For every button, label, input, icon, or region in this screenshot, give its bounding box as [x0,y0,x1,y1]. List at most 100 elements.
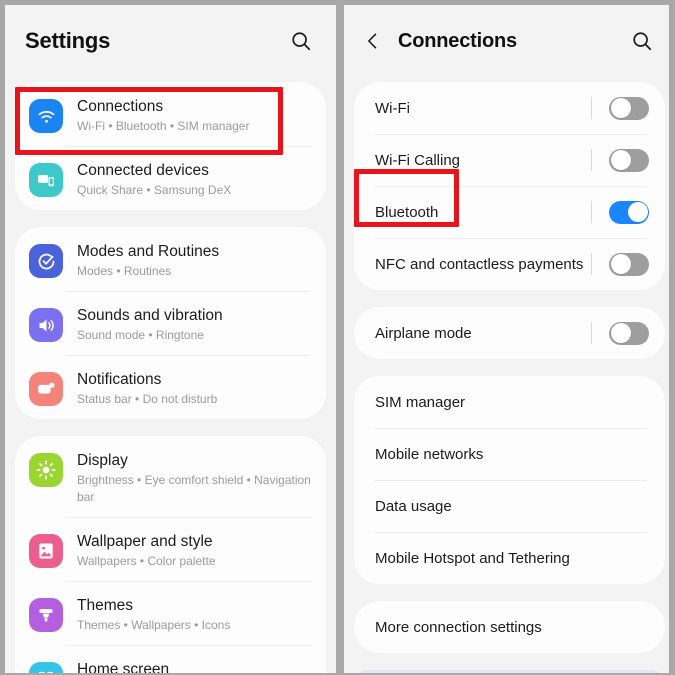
connections-card: Airplane mode [354,307,665,359]
settings-row-subtitle: Sound mode • Ringtone [77,328,204,342]
connections-header: Connections [344,0,675,82]
settings-row-connections[interactable]: Connections Wi-Fi • Bluetooth • SIM manag… [15,82,326,146]
connections-card-list: Wi-Fi Wi-Fi Calling Bluetooth NFC and conta… [344,82,675,675]
settings-row-notifications[interactable]: Notifications Status bar • Do not disturb [15,355,326,419]
toggle-switch[interactable] [609,96,649,120]
connections-row-wi-fi-calling[interactable]: Wi-Fi Calling [354,134,665,186]
settings-row-themes[interactable]: Themes Themes • Wallpapers • Icons [15,581,326,645]
connections-card: SIM manager Mobile networks Data usage Mobi… [354,376,665,584]
connections-card: Wi-Fi Wi-Fi Calling Bluetooth NFC and conta… [354,82,665,290]
connections-row-label: Wi-Fi Calling [375,151,461,169]
image-icon [29,534,63,568]
connections-row-label: Data usage [375,497,452,515]
modes-check-icon [29,244,63,278]
page-title: Settings [25,28,111,53]
settings-row-subtitle: Quick Share • Samsung DeX [77,183,232,197]
settings-card-list: Connections Wi-Fi • Bluetooth • SIM manag… [5,82,336,675]
toggle-group [591,148,649,172]
settings-row-subtitle: Wallpapers • Color palette [77,554,216,568]
connections-row-bluetooth[interactable]: Bluetooth [354,186,665,238]
toggle-knob [610,98,631,118]
settings-row-modes-and-routines[interactable]: Modes and Routines Modes • Routines [15,227,326,291]
connections-row-label: Mobile networks [375,445,484,463]
settings-row-text: Connected devices Quick Share • Samsung D… [77,157,231,199]
toggle-knob [610,254,631,274]
toggle-group [591,252,649,276]
settings-row-sounds-and-vibration[interactable]: Sounds and vibration Sound mode • Rington… [15,291,326,355]
devices-icon [29,163,63,197]
connections-row-sim-manager[interactable]: SIM manager [354,376,665,428]
settings-row-subtitle: Wi-Fi • Bluetooth • SIM manager [77,119,250,133]
toggle-divider [591,253,592,275]
settings-row-title: Wallpaper and style [77,533,213,550]
brightness-icon [29,453,63,487]
connections-row-wi-fi[interactable]: Wi-Fi [354,82,665,134]
settings-row-home-screen[interactable]: Home screen [15,645,326,675]
settings-row-text: Connections Wi-Fi • Bluetooth • SIM manag… [77,93,249,135]
toggle-group [591,96,649,120]
settings-header: Settings [5,0,336,82]
connections-row-label: Mobile Hotspot and Tethering [375,549,570,567]
connections-screen: Connections Wi-Fi Wi-Fi Calling Bluetooth N… [344,0,675,675]
settings-row-text: Display Brightness • Eye comfort shield •… [77,447,312,506]
settings-row-title: Modes and Routines [77,243,220,260]
settings-row-title: Home screen [77,661,170,675]
toggle-switch[interactable] [609,321,649,345]
toggle-divider [591,149,592,171]
settings-row-subtitle: Status bar • Do not disturb [77,392,218,406]
home-screen-icon [29,662,63,675]
connections-row-nfc-and-contactless-payments[interactable]: NFC and contactless payments [354,238,665,290]
search-icon[interactable] [286,26,316,56]
toggle-divider [591,97,592,119]
settings-row-connected-devices[interactable]: Connected devices Quick Share • Samsung D… [15,146,326,210]
connections-row-airplane-mode[interactable]: Airplane mode [354,307,665,359]
wifi-icon [29,99,63,133]
settings-row-wallpaper-and-style[interactable]: Wallpaper and style Wallpapers • Color pa… [15,517,326,581]
settings-row-subtitle: Brightness • Eye comfort shield • Naviga… [77,473,311,504]
connections-row-label: NFC and contactless payments [375,255,584,273]
settings-card: Display Brightness • Eye comfort shield •… [15,436,326,675]
settings-row-subtitle: Modes • Routines [77,264,172,278]
settings-card: Connections Wi-Fi • Bluetooth • SIM manag… [15,82,326,210]
chevron-left-icon[interactable] [358,26,388,56]
settings-row-title: Connected devices [77,162,209,179]
settings-row-title: Sounds and vibration [77,307,223,324]
settings-card: Modes and Routines Modes • Routines Sounds… [15,227,326,419]
connections-row-mobile-hotspot-and-tethering[interactable]: Mobile Hotspot and Tethering [354,532,665,584]
connections-row-label: Bluetooth [375,203,439,221]
toggle-group [591,200,649,224]
settings-row-text: Modes and Routines Modes • Routines [77,238,219,280]
settings-row-display[interactable]: Display Brightness • Eye comfort shield •… [15,436,326,517]
connections-title: Connections [398,29,517,52]
connections-row-label: More connection settings [375,618,542,636]
settings-row-text: Home screen [77,656,169,675]
notifications-icon [29,372,63,406]
settings-row-subtitle: Themes • Wallpapers • Icons [77,618,231,632]
toggle-divider [591,201,592,223]
partial-card-bottom[interactable] [354,670,665,675]
dual-phone-screenshot: Settings Connections Wi-Fi • Bluetooth • … [0,0,675,675]
toggle-divider [591,322,592,344]
settings-row-title: Display [77,452,128,469]
connections-row-label: SIM manager [375,393,466,411]
toggle-switch[interactable] [609,252,649,276]
connections-row-label: Wi-Fi [375,99,410,117]
connections-row-mobile-networks[interactable]: Mobile networks [354,428,665,480]
settings-screen: Settings Connections Wi-Fi • Bluetooth • … [5,0,336,675]
settings-row-text: Sounds and vibration Sound mode • Rington… [77,302,223,344]
settings-row-text: Wallpaper and style Wallpapers • Color pa… [77,528,216,570]
toggle-knob [610,323,631,343]
connections-row-more-connection-settings[interactable]: More connection settings [354,601,665,653]
settings-row-title: Notifications [77,371,162,388]
toggle-switch[interactable] [609,200,649,224]
connections-row-data-usage[interactable]: Data usage [354,480,665,532]
connections-card: More connection settings [354,601,665,653]
connections-row-label: Airplane mode [375,324,472,342]
toggle-group [591,321,649,345]
brush-icon [29,598,63,632]
toggle-knob [610,150,631,170]
settings-row-title: Themes [77,597,133,614]
settings-row-text: Notifications Status bar • Do not disturb [77,366,217,408]
toggle-switch[interactable] [609,148,649,172]
search-icon[interactable] [627,26,657,56]
